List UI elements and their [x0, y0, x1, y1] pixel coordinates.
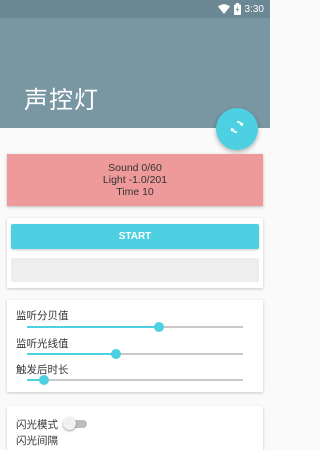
sound-threshold-label: 监听分贝值: [16, 310, 69, 322]
toggle-thumb: [63, 417, 76, 430]
slider-thumb[interactable]: [39, 375, 50, 385]
sound-threshold-slider[interactable]: [27, 322, 243, 332]
light-readout: Light -1.0/201: [102, 174, 168, 186]
sound-readout: Sound 0/60: [108, 162, 162, 174]
disabled-button[interactable]: [11, 258, 259, 282]
slider-fill: [27, 353, 116, 355]
flash-mode-toggle[interactable]: [63, 417, 89, 430]
start-button[interactable]: START: [11, 224, 259, 249]
status-bar: 3:30: [0, 0, 270, 18]
trigger-duration-slider[interactable]: [27, 375, 243, 385]
slider-thumb[interactable]: [110, 349, 121, 359]
app-title: 声控灯: [24, 86, 99, 114]
controls-card: START: [7, 218, 263, 288]
slider-fill: [27, 326, 159, 328]
status-time: 3:30: [244, 3, 264, 15]
flash-interval-label: 闪光间隔: [16, 435, 58, 447]
refresh-icon: [228, 118, 246, 140]
battery-charging-icon: [233, 3, 241, 15]
time-readout: Time 10: [116, 186, 154, 198]
sensor-info-card: Sound 0/60 Light -1.0/201 Time 10: [7, 154, 263, 206]
light-threshold-label: 监听光线值: [16, 338, 69, 350]
flash-mode-label: 闪光模式: [16, 419, 58, 431]
light-threshold-slider[interactable]: [27, 349, 243, 359]
slider-thumb[interactable]: [153, 322, 164, 332]
wifi-icon: [217, 4, 230, 14]
status-icons: 3:30: [217, 2, 264, 16]
threshold-sliders-card: 监听分贝值 监听光线值 触发后时长: [7, 300, 263, 392]
flash-settings-card: 闪光模式 闪光间隔: [7, 406, 263, 450]
refresh-button[interactable]: [216, 108, 258, 150]
